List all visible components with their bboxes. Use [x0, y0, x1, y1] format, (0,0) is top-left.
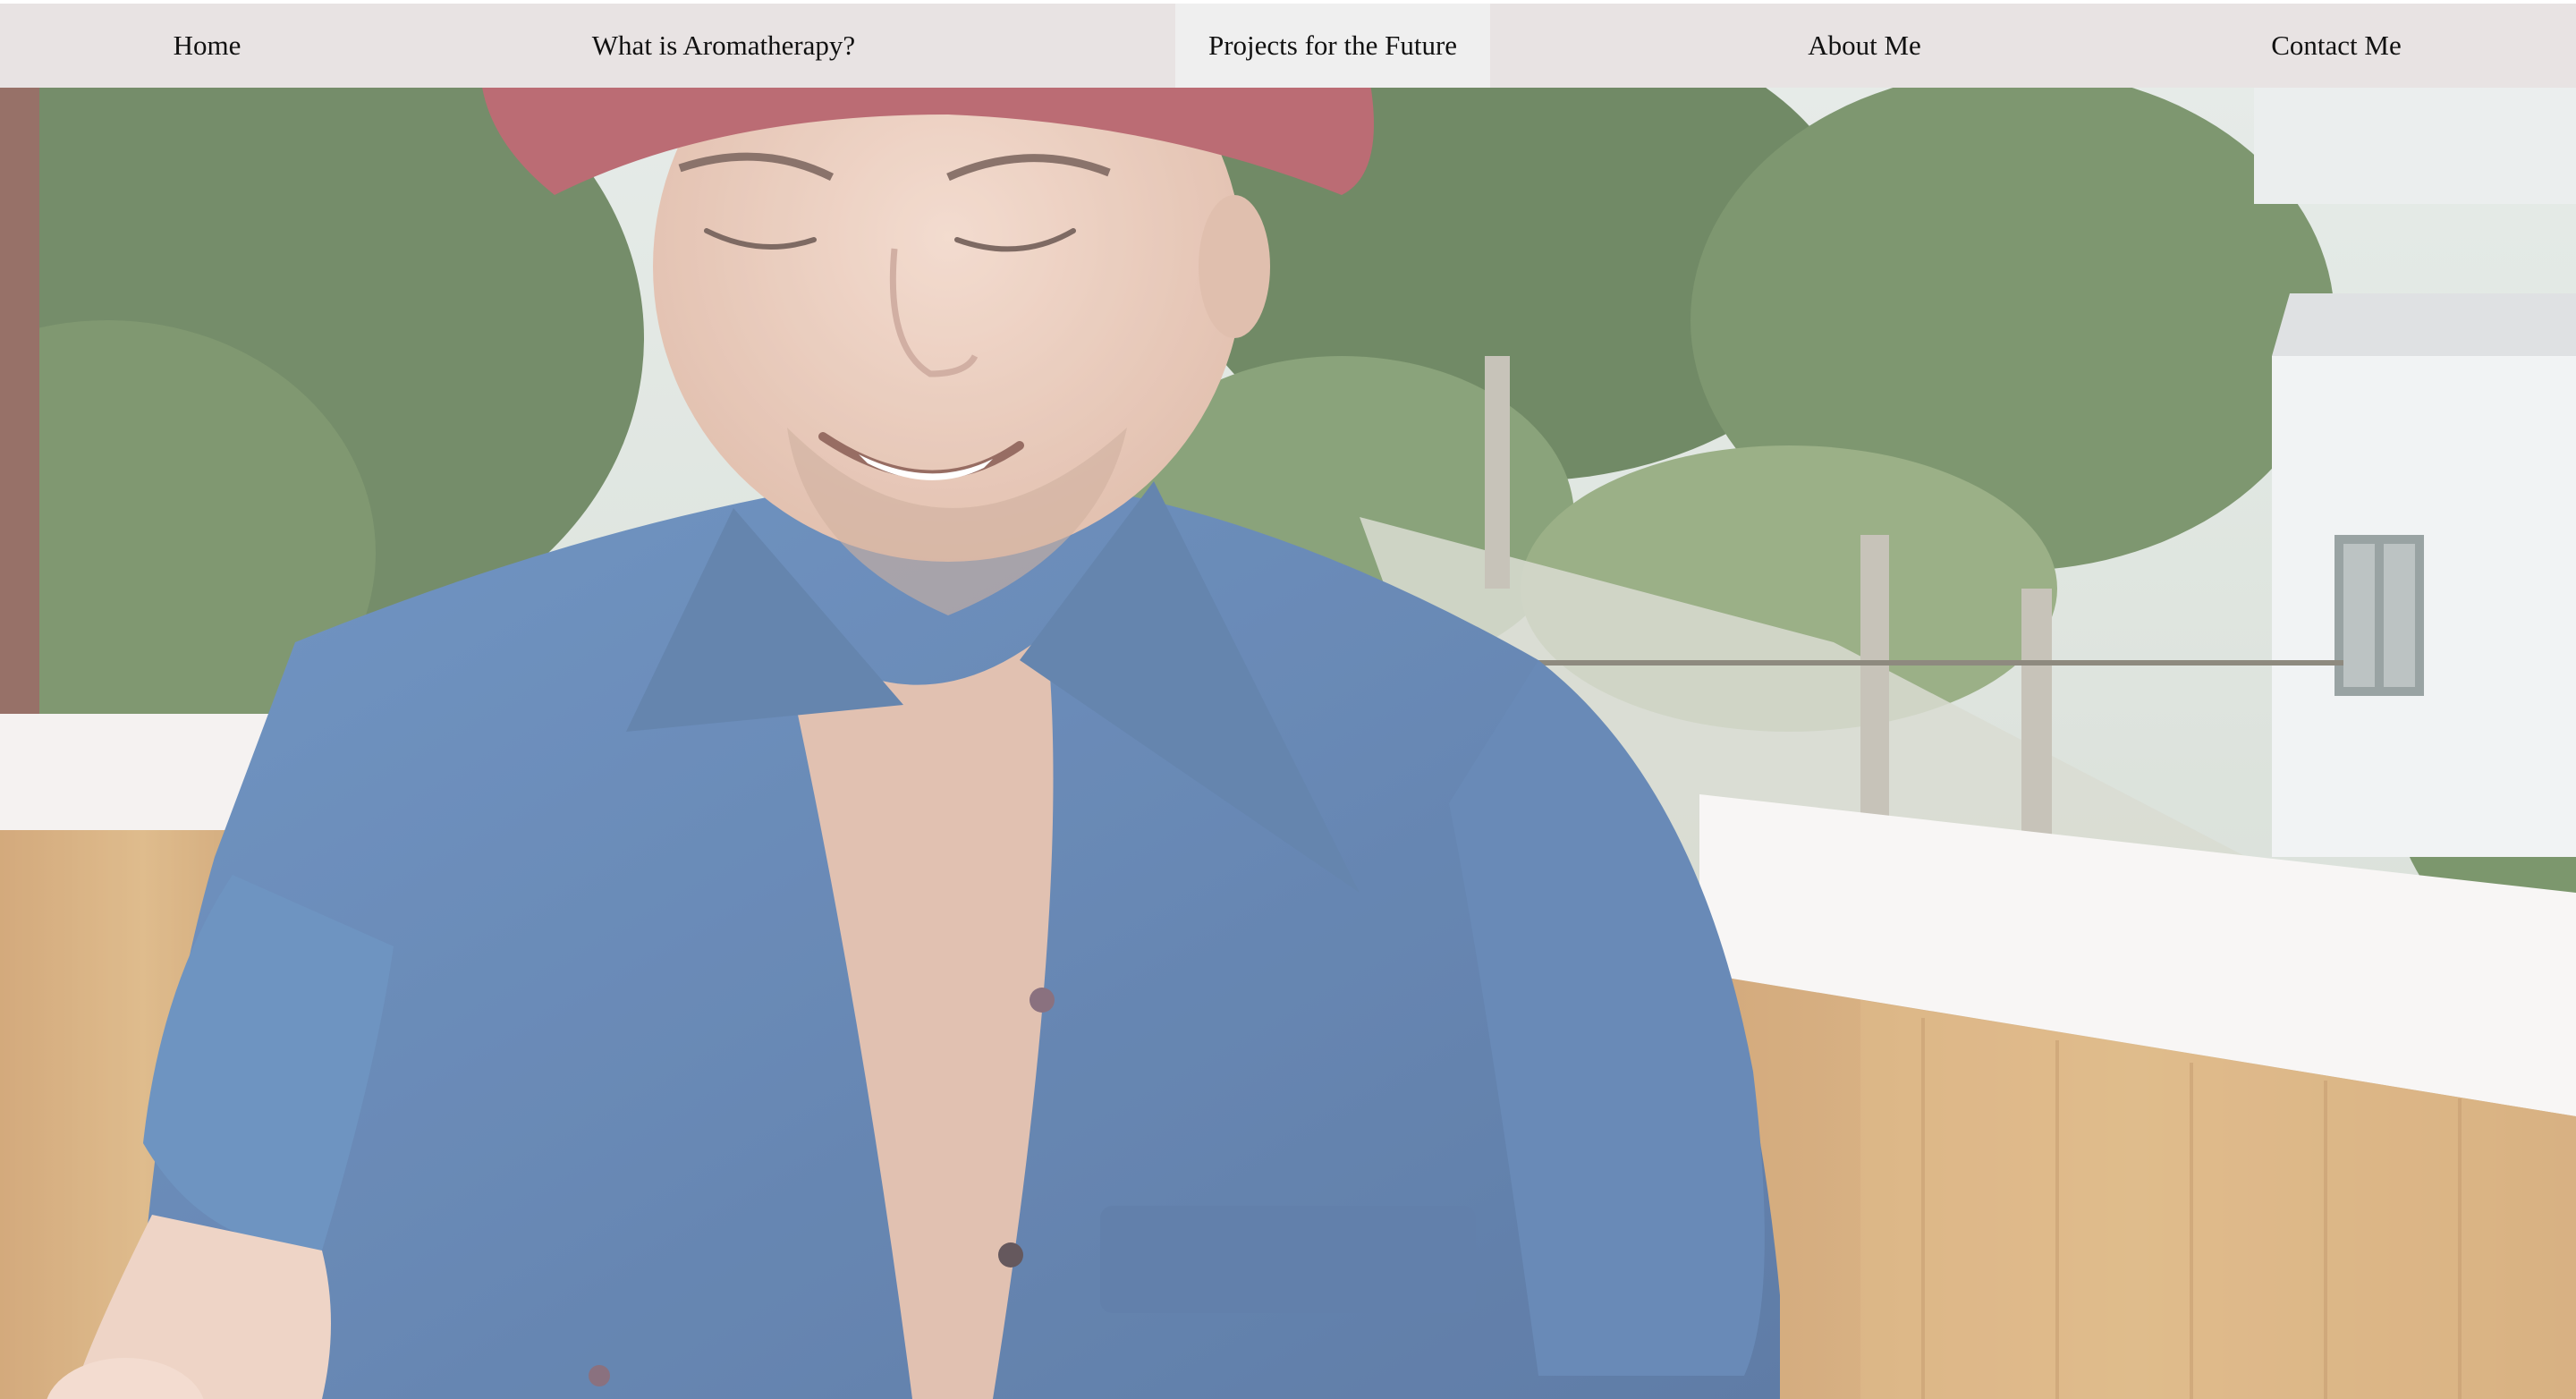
nav-item-contact-me-label: Contact Me	[2271, 30, 2402, 61]
hero-photo	[0, 88, 2576, 1399]
nav-item-about-me[interactable]: About Me	[1755, 4, 1974, 88]
nav-item-what-is-aromatherapy[interactable]: What is Aromatherapy?	[537, 4, 911, 88]
nav-item-contact-me[interactable]: Contact Me	[2227, 4, 2445, 88]
nav-item-what-is-aromatherapy-label: What is Aromatherapy?	[591, 30, 856, 61]
page: Home What is Aromatherapy? Projects for …	[0, 0, 2576, 1399]
nav-item-projects-for-the-future-label: Projects for the Future	[1208, 30, 1458, 61]
background-house	[2254, 88, 2576, 857]
nav-item-projects-for-the-future[interactable]: Projects for the Future	[1175, 4, 1490, 88]
nav-item-about-me-label: About Me	[1808, 30, 1921, 61]
nav-item-home-label: Home	[173, 30, 242, 61]
hero-photo-illustration	[0, 88, 2576, 1399]
nav-item-home[interactable]: Home	[107, 4, 307, 88]
top-navigation-bar: Home What is Aromatherapy? Projects for …	[0, 4, 2576, 88]
